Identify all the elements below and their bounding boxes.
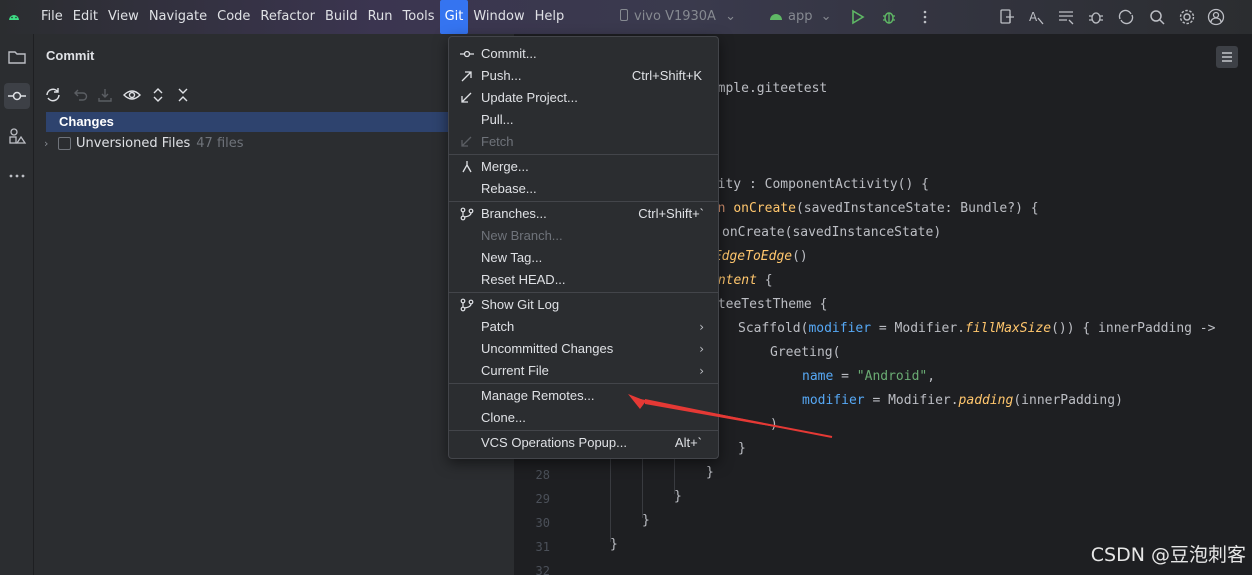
watermark: CSDN @豆泡刺客 [1090, 544, 1246, 566]
annotation-arrow [628, 394, 833, 438]
